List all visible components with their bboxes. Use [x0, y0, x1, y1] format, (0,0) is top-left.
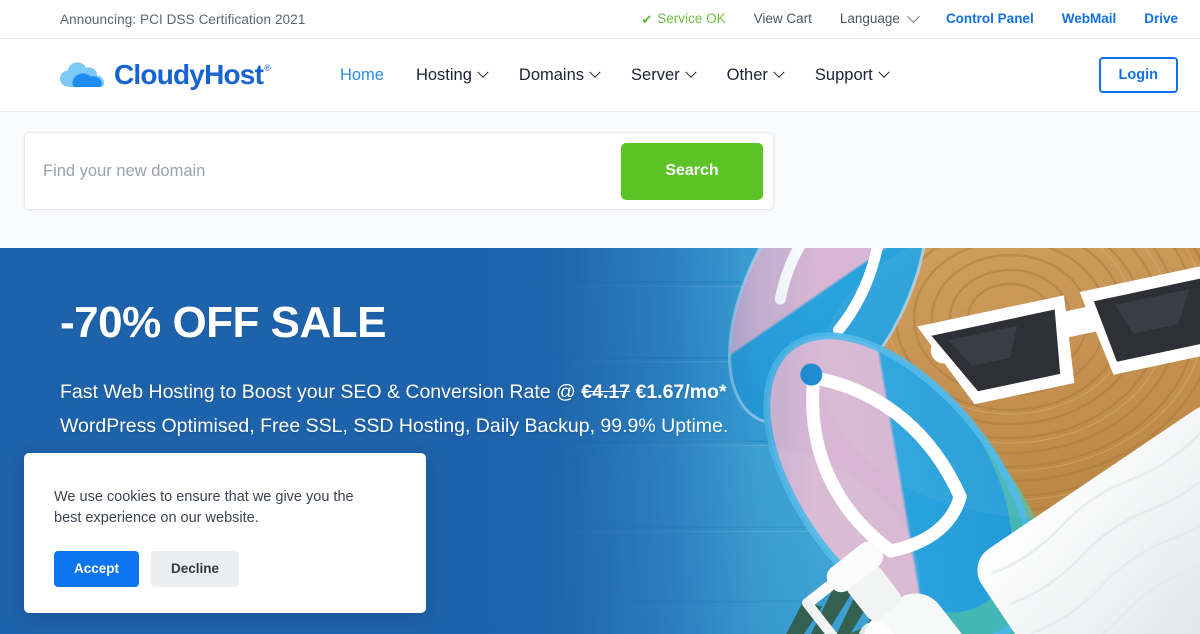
control-panel-link[interactable]: Control Panel	[932, 12, 1048, 26]
nav-item-other-label: Other	[726, 65, 768, 84]
language-dropdown[interactable]: Language	[826, 9, 932, 27]
main-navigation: Home Hosting Domains Server Other Suppor…	[324, 65, 904, 84]
domain-search-button[interactable]: Search	[621, 142, 763, 200]
registered-trademark-icon: ®	[264, 62, 271, 73]
topbar-links: ✔ Service OK View Cart Language Control …	[641, 9, 1178, 27]
top-announcement-bar: Announcing: PCI DSS Certification 2021 ✔…	[0, 0, 1200, 39]
check-icon: ✔	[641, 11, 653, 27]
chevron-down-icon	[684, 66, 697, 78]
nav-item-hosting[interactable]: Hosting	[400, 65, 503, 84]
cloud-icon	[60, 60, 106, 90]
hero-subtext-line-1: Fast Web Hosting to Boost your SEO & Con…	[60, 376, 1200, 410]
chevron-down-icon	[907, 9, 920, 23]
nav-item-hosting-label: Hosting	[415, 65, 472, 84]
cookie-consent-actions: Accept Decline	[54, 551, 396, 587]
hero-new-price: €1.67/mo*	[635, 381, 727, 404]
cookie-consent-dialog: We use cookies to ensure that we give yo…	[24, 453, 426, 613]
hero-old-price: €4.17	[581, 381, 631, 404]
drive-link[interactable]: Drive	[1130, 12, 1178, 26]
site-header: CloudyHost® Home Hosting Domains Server …	[0, 39, 1200, 112]
domain-search-input[interactable]	[25, 133, 621, 209]
chevron-down-icon	[589, 66, 601, 78]
brand-name: CloudyHost®	[114, 59, 271, 90]
nav-item-server-label: Server	[631, 65, 680, 84]
service-status: ✔ Service OK	[641, 12, 739, 26]
nav-item-support-label: Support	[814, 65, 873, 84]
cookie-accept-button[interactable]: Accept	[54, 551, 140, 587]
nav-item-support[interactable]: Support	[799, 65, 904, 84]
hero-headline: -70% OFF SALE	[60, 298, 387, 347]
nav-item-domains[interactable]: Domains	[503, 65, 615, 84]
cookie-decline-button[interactable]: Decline	[151, 551, 240, 587]
nav-item-domains-label: Domains	[518, 65, 585, 84]
hero-price-prefix: Fast Web Hosting to Boost your SEO & Con…	[60, 381, 582, 404]
hero-subtext-line-2: WordPress Optimised, Free SSL, SSD Hosti…	[60, 414, 729, 437]
service-status-label: Service OK	[657, 11, 726, 27]
webmail-link[interactable]: WebMail	[1048, 12, 1131, 26]
chevron-down-icon	[773, 66, 785, 78]
language-label: Language	[839, 11, 900, 27]
domain-search-band: Search	[0, 112, 1200, 248]
logo-link[interactable]: CloudyHost®	[60, 59, 271, 90]
view-cart-link[interactable]: View Cart	[740, 12, 826, 26]
domain-search-box: Search	[24, 132, 774, 210]
nav-item-other[interactable]: Other	[711, 65, 799, 84]
nav-item-server[interactable]: Server	[615, 65, 711, 84]
chevron-down-icon	[477, 66, 489, 78]
nav-item-home[interactable]: Home	[324, 67, 400, 84]
cookie-consent-message: We use cookies to ensure that we give yo…	[54, 489, 354, 527]
login-button[interactable]: Login	[1098, 56, 1178, 94]
hero-subtext: Fast Web Hosting to Boost your SEO & Con…	[60, 376, 1200, 443]
page-root: Announcing: PCI DSS Certification 2021 ✔…	[0, 0, 1200, 634]
announcement-text: Announcing: PCI DSS Certification 2021	[60, 11, 306, 27]
chevron-down-icon	[878, 66, 890, 78]
